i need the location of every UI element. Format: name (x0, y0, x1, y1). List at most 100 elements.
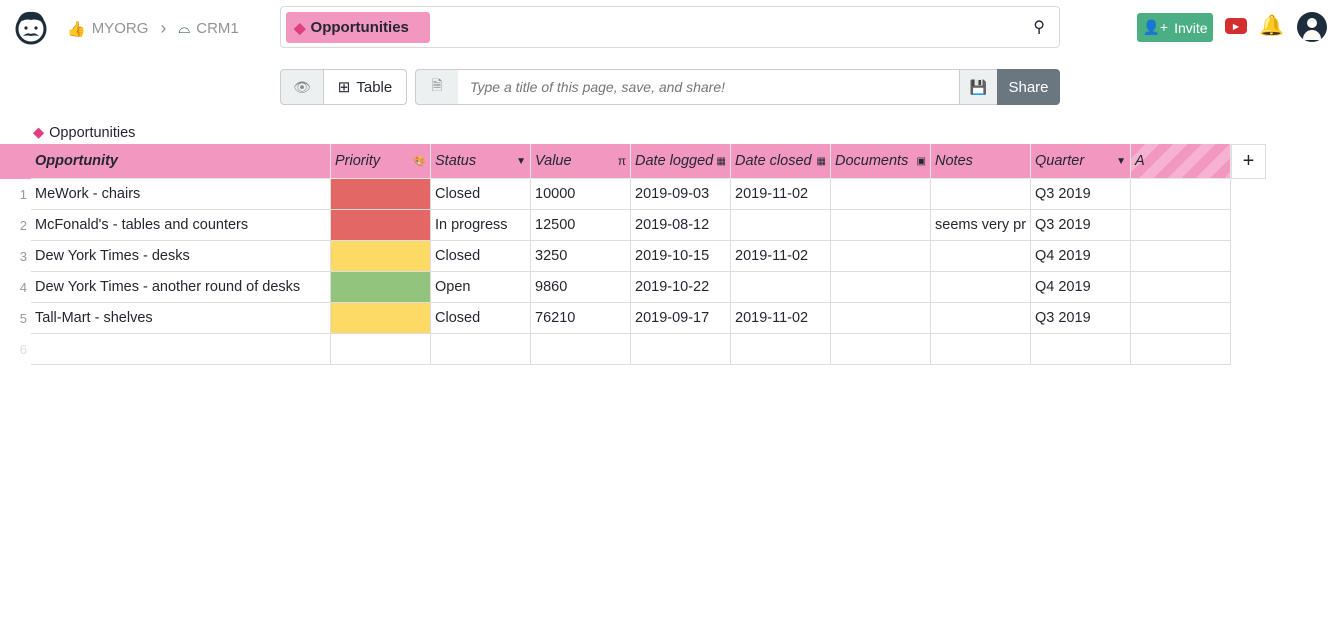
cell-logged[interactable]: 2019-10-22 (631, 272, 731, 303)
gem-icon: ◆ (294, 19, 306, 37)
new-cell[interactable] (31, 334, 331, 365)
page-icon-button[interactable]: 🗎 (415, 69, 459, 105)
calendar-icon: ▦ (816, 155, 826, 167)
cell-value[interactable]: 3250 (531, 241, 631, 272)
breadcrumb-org[interactable]: MYORG (92, 20, 149, 37)
cell-opportunity[interactable]: McFonald's - tables and counters (31, 210, 331, 241)
cell-value[interactable]: 12500 (531, 210, 631, 241)
cell-a[interactable] (1131, 179, 1231, 210)
cell-a[interactable] (1131, 210, 1231, 241)
cell-closed[interactable]: 2019-11-02 (731, 179, 831, 210)
user-plus-icon: 👤+ (1142, 19, 1169, 35)
cell-value[interactable]: 9860 (531, 272, 631, 303)
new-cell[interactable] (1031, 334, 1131, 365)
cell-value[interactable]: 10000 (531, 179, 631, 210)
page-title-input[interactable] (458, 69, 960, 105)
column-header-notes[interactable]: Notes (931, 144, 1031, 179)
cell-opportunity[interactable]: MeWork - chairs (31, 179, 331, 210)
cell-logged[interactable]: 2019-09-03 (631, 179, 731, 210)
new-cell[interactable] (1131, 334, 1231, 365)
cell-value[interactable]: 76210 (531, 303, 631, 334)
row-number[interactable]: 2 (0, 210, 31, 241)
column-header-opportunity[interactable]: Opportunity (31, 144, 331, 179)
save-button[interactable]: 💾 (959, 69, 998, 105)
table-row: 4 Dew York Times - another round of desks… (0, 272, 1266, 303)
new-cell[interactable] (931, 334, 1031, 365)
youtube-icon[interactable]: ▶ (1225, 18, 1247, 34)
cell-documents[interactable] (831, 210, 931, 241)
search-icon[interactable]: ⚲ (1033, 17, 1045, 37)
cell-priority[interactable] (331, 241, 431, 272)
cell-notes[interactable] (931, 272, 1031, 303)
column-header-documents[interactable]: Documents ▣ (831, 144, 931, 179)
cell-documents[interactable] (831, 179, 931, 210)
add-column-button[interactable]: + (1231, 144, 1266, 179)
cell-quarter[interactable]: Q4 2019 (1031, 241, 1131, 272)
cell-opportunity[interactable]: Dew York Times - another round of desks (31, 272, 331, 303)
cell-status[interactable]: Closed (431, 303, 531, 334)
new-cell[interactable] (631, 334, 731, 365)
user-avatar-logo[interactable] (13, 9, 49, 45)
cell-status[interactable]: In progress (431, 210, 531, 241)
gem-icon: ◆ (33, 125, 45, 141)
cell-closed[interactable] (731, 272, 831, 303)
row-number[interactable]: 3 (0, 241, 31, 272)
cell-closed[interactable]: 2019-11-02 (731, 303, 831, 334)
cell-status[interactable]: Closed (431, 179, 531, 210)
cell-a[interactable] (1131, 303, 1231, 334)
cell-priority[interactable] (331, 179, 431, 210)
cell-a[interactable] (1131, 241, 1231, 272)
cell-priority[interactable] (331, 272, 431, 303)
column-header-date-logged[interactable]: Date logged ▦ (631, 144, 731, 179)
cell-status[interactable]: Open (431, 272, 531, 303)
invite-button[interactable]: 👤+ Invite (1137, 13, 1213, 42)
column-header-a[interactable]: A (1131, 144, 1231, 179)
view-toggle-button[interactable]: 👁 (280, 69, 324, 105)
cell-quarter[interactable]: Q3 2019 (1031, 303, 1131, 334)
cell-documents[interactable] (831, 241, 931, 272)
cell-documents[interactable] (831, 303, 931, 334)
cell-logged[interactable]: 2019-08-12 (631, 210, 731, 241)
page-tag[interactable]: ◆ Opportunities (286, 12, 430, 43)
cell-notes[interactable] (931, 303, 1031, 334)
account-icon[interactable] (1297, 12, 1327, 42)
cell-quarter[interactable]: Q3 2019 (1031, 210, 1131, 241)
igloo-icon: ⌓ (178, 20, 191, 37)
cell-a[interactable] (1131, 272, 1231, 303)
cell-quarter[interactable]: Q3 2019 (1031, 179, 1131, 210)
new-cell[interactable] (831, 334, 931, 365)
cell-opportunity[interactable]: Dew York Times - desks (31, 241, 331, 272)
column-header-priority[interactable]: Priority 🎨 (331, 144, 431, 179)
row-number[interactable]: 5 (0, 303, 31, 334)
cell-notes[interactable]: seems very pr (931, 210, 1031, 241)
breadcrumb-doc[interactable]: CRM1 (196, 20, 239, 37)
share-button[interactable]: Share (997, 69, 1060, 105)
cell-closed[interactable]: 2019-11-02 (731, 241, 831, 272)
column-header-date-closed[interactable]: Date closed ▦ (731, 144, 831, 179)
column-header-status[interactable]: Status ▼ (431, 144, 531, 179)
row-number[interactable]: 4 (0, 272, 31, 303)
bell-icon[interactable]: 🔔 (1259, 13, 1284, 38)
new-row[interactable]: 6 (0, 334, 1266, 365)
search-bar[interactable]: ◆ Opportunities ⚲ (280, 6, 1060, 48)
cell-opportunity[interactable]: Tall-Mart - shelves (31, 303, 331, 334)
cell-quarter[interactable]: Q4 2019 (1031, 272, 1131, 303)
cell-logged[interactable]: 2019-10-15 (631, 241, 731, 272)
column-header-value[interactable]: Value π (531, 144, 631, 179)
row-number[interactable]: 1 (0, 179, 31, 210)
table-view-button[interactable]: ⊞ Table (323, 69, 407, 105)
calendar-icon: ▦ (716, 155, 726, 167)
new-cell[interactable] (731, 334, 831, 365)
cell-closed[interactable] (731, 210, 831, 241)
new-cell[interactable] (531, 334, 631, 365)
cell-notes[interactable] (931, 179, 1031, 210)
cell-status[interactable]: Closed (431, 241, 531, 272)
cell-priority[interactable] (331, 210, 431, 241)
cell-documents[interactable] (831, 272, 931, 303)
cell-logged[interactable]: 2019-09-17 (631, 303, 731, 334)
column-header-quarter[interactable]: Quarter ▼ (1031, 144, 1131, 179)
cell-priority[interactable] (331, 303, 431, 334)
new-cell[interactable] (331, 334, 431, 365)
new-cell[interactable] (431, 334, 531, 365)
cell-notes[interactable] (931, 241, 1031, 272)
